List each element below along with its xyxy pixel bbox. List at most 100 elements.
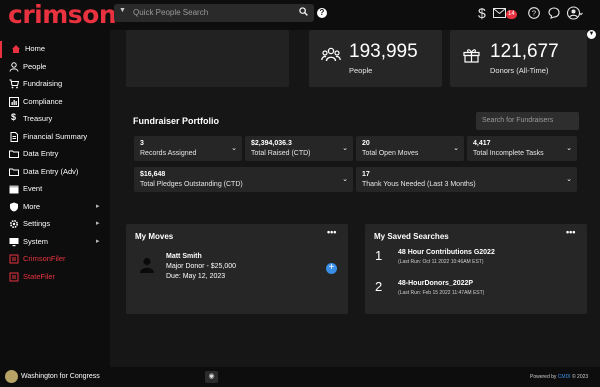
tile-label: Total Raised (CTD)	[251, 150, 311, 157]
portfolio-tile-pledges-outstanding[interactable]: $16,648 Total Pledges Outstanding (CTD) …	[134, 167, 353, 192]
sidebar-item-more[interactable]: More ▸	[0, 199, 110, 216]
chevron-down-icon[interactable]: ⌄	[342, 144, 348, 152]
sidebar-item-label: Data Entry (Adv)	[23, 167, 79, 176]
portfolio-title: Fundraiser Portfolio	[133, 116, 220, 126]
sidebar-item-people[interactable]: People	[0, 59, 110, 76]
sidebar-item-crimsonfiler[interactable]: CrimsonFiler	[0, 251, 110, 268]
donors-count: 121,677	[490, 41, 559, 62]
portfolio-tile-incomplete-tasks[interactable]: 4,417 Total Incomplete Tasks ⌄	[467, 136, 577, 161]
donors-stat-card[interactable]: 121,677 Donors (All-Time)	[450, 30, 587, 87]
cmdi-link[interactable]: CMDI	[558, 374, 571, 380]
saved-search-last-run: (Last Run: Oct 11 2022 10:46AM EST)	[398, 259, 484, 265]
people-label: People	[349, 66, 373, 75]
user-icon[interactable]	[567, 6, 583, 20]
footer: Washington for Congress ◉ Powered by CMD…	[0, 367, 600, 387]
tile-value: $2,394,036.3	[251, 140, 292, 147]
sidebar-item-treasury[interactable]: $ Treasury	[0, 111, 110, 128]
saved-search-last-run: (Last Run: Feb 15 2022 11:47AM EST)	[398, 290, 485, 296]
more-options-icon[interactable]: •••	[566, 227, 575, 237]
folder-icon	[9, 150, 19, 158]
saved-searches-panel: My Saved Searches •••	[365, 224, 587, 314]
saved-search-index: 1	[375, 248, 383, 263]
sidebar-item-data-entry[interactable]: Data Entry	[0, 146, 110, 163]
sidebar-item-label: Settings	[23, 219, 51, 228]
chevron-down-icon[interactable]: ▼	[119, 7, 126, 14]
sidebar-item-label: Fundraising	[23, 79, 63, 88]
camera-icon[interactable]: ◉	[205, 371, 218, 383]
search-icon[interactable]	[299, 7, 308, 16]
sidebar-item-label: People	[23, 62, 47, 71]
sidebar-item-financial-summary[interactable]: Financial Summary	[0, 129, 110, 146]
crimson-logo[interactable]: crimson	[8, 0, 117, 29]
tile-label: Thank Yous Needed (Last 3 Months)	[362, 181, 476, 188]
chat-icon[interactable]	[548, 7, 560, 19]
mail-badge: 14	[506, 10, 517, 19]
people-stat-card[interactable]: 193,995 People	[309, 30, 442, 87]
sidebar: Home People Fundraising Compliance $ Tre…	[0, 30, 110, 387]
folder-icon	[9, 168, 19, 176]
fundraiser-search-input[interactable]: Search for Fundraisers	[476, 112, 579, 130]
sidebar-item-label: Treasury	[23, 114, 53, 123]
sidebar-item-statefiler[interactable]: StateFiler	[0, 269, 110, 286]
help-circle-icon[interactable]: ?	[528, 7, 540, 19]
sidebar-item-label: Financial Summary	[23, 132, 88, 141]
people-group-icon	[321, 47, 341, 62]
portfolio-tile-total-raised[interactable]: $2,394,036.3 Total Raised (CTD) ⌄	[245, 136, 353, 161]
tile-label: Total Pledges Outstanding (CTD)	[140, 181, 243, 188]
person-icon	[9, 62, 19, 72]
add-move-button[interactable]: +	[326, 263, 337, 274]
gear-icon	[9, 219, 19, 229]
chevron-down-icon[interactable]: ⌄	[231, 144, 237, 152]
tile-value: 4,417	[473, 140, 491, 147]
gift-icon	[463, 49, 480, 63]
chevron-right-icon: ▸	[96, 220, 100, 227]
filer-icon	[9, 254, 19, 264]
sidebar-item-fundraising[interactable]: Fundraising	[0, 76, 110, 93]
search-help-icon[interactable]: ?	[317, 8, 327, 18]
shield-icon	[10, 202, 18, 212]
portfolio-tile-thank-yous[interactable]: 17 Thank Yous Needed (Last 3 Months) ⌄	[356, 167, 577, 192]
tile-value: 17	[362, 171, 370, 178]
cart-icon	[9, 79, 19, 89]
saved-search-name[interactable]: 48 Hour Contributions G2022	[398, 249, 495, 256]
portfolio-tile-open-moves[interactable]: 20 Total Open Moves ⌄	[356, 136, 464, 161]
search-input[interactable]: Quick People Search	[133, 8, 208, 17]
donors-label: Donors (All-Time)	[490, 66, 549, 75]
chevron-down-icon[interactable]: ⌄	[566, 175, 572, 183]
chevron-right-icon: ▸	[96, 203, 100, 210]
powered-by: Powered by CMDI © 2023	[530, 374, 589, 380]
move-name[interactable]: Matt Smith	[166, 253, 202, 260]
sidebar-item-home[interactable]: Home	[0, 41, 110, 58]
more-options-icon[interactable]: •••	[327, 227, 336, 237]
sidebar-item-label: Data Entry	[23, 149, 59, 158]
mail-icon[interactable]	[493, 8, 506, 18]
calendar-icon	[9, 185, 19, 194]
tile-label: Total Incomplete Tasks	[473, 150, 544, 157]
sidebar-item-label: System	[23, 237, 49, 246]
dollar-icon: $	[11, 112, 17, 122]
sidebar-item-data-entry-adv[interactable]: Data Entry (Adv)	[0, 164, 110, 181]
chevron-down-icon[interactable]: ⌄	[453, 144, 459, 152]
chevron-down-icon[interactable]: ⌄	[342, 175, 348, 183]
tile-value: $16,648	[140, 171, 166, 178]
tile-label: Total Open Moves	[362, 150, 419, 157]
sidebar-item-settings[interactable]: Settings ▸	[0, 216, 110, 233]
sidebar-item-compliance[interactable]: Compliance	[0, 94, 110, 111]
chevron-down-icon[interactable]: ▼	[587, 30, 596, 39]
portfolio-tile-records-assigned[interactable]: 3 Records Assigned ⌄	[134, 136, 242, 161]
sidebar-item-system[interactable]: System ▸	[0, 234, 110, 251]
tile-label: Records Assigned	[140, 150, 197, 157]
chevron-down-icon[interactable]: ⌄	[566, 144, 572, 152]
home-icon	[12, 45, 20, 53]
saved-search-name[interactable]: 48-HourDonors_2022P	[398, 280, 473, 287]
dollar-icon[interactable]: $	[478, 5, 486, 21]
sidebar-item-event[interactable]: Event	[0, 181, 110, 198]
saved-search-index: 2	[375, 279, 383, 294]
move-due: Due: May 12, 2023	[166, 273, 226, 280]
saved-searches-title: My Saved Searches	[374, 232, 449, 241]
sidebar-item-label: Event	[23, 184, 43, 193]
svg-text:?: ?	[532, 9, 536, 18]
quick-people-search[interactable]: ▼ Quick People Search	[114, 4, 314, 22]
monitor-icon	[9, 238, 19, 247]
move-detail: Major Donor - $25,000	[166, 263, 237, 270]
